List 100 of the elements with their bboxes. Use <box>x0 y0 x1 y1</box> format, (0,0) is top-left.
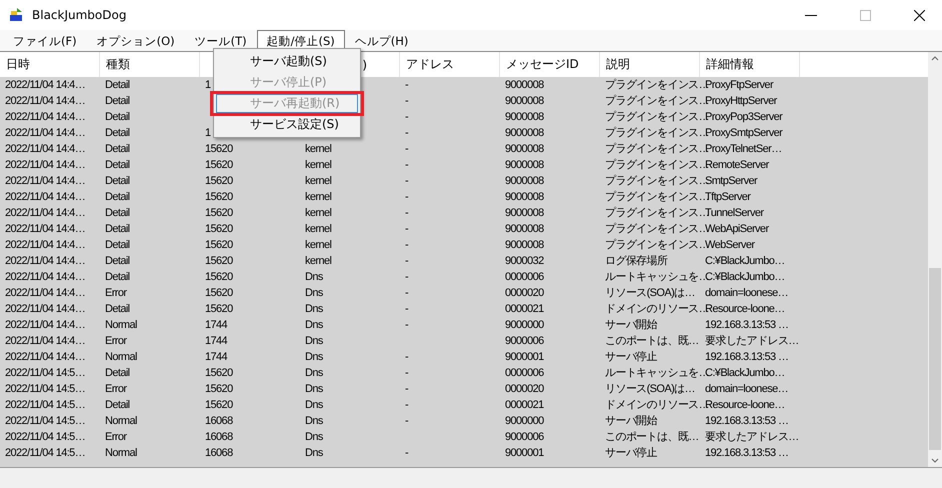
table-cell: 15620 <box>205 158 233 172</box>
table-cell: ProxyTelnetSer… <box>705 142 782 156</box>
table-cell: 15620 <box>205 302 233 316</box>
table-cell: domain=loonese… <box>705 286 788 300</box>
table-cell: TunnelServer <box>705 206 764 220</box>
menu-option[interactable]: サーバ起動(S) <box>216 52 358 71</box>
table-cell: kernel <box>305 158 332 172</box>
table-cell: 2022/11/04 14:4… <box>5 110 86 124</box>
table-cell: kernel <box>305 254 332 268</box>
table-cell: Detail <box>105 222 130 236</box>
table-cell: WebApiServer <box>705 222 769 236</box>
table-cell: C:¥BlackJumbo… <box>705 270 785 284</box>
table-cell: Dns <box>305 286 323 300</box>
table-cell: 9000008 <box>505 126 544 140</box>
column-header[interactable]: 説明 <box>606 56 630 73</box>
table-cell: Detail <box>105 270 130 284</box>
menu-item[interactable]: ツール(T) <box>184 30 257 51</box>
table-cell: C:¥BlackJumbo… <box>705 254 785 268</box>
table-cell: Dns <box>305 350 323 364</box>
table-cell: 9000008 <box>505 78 544 92</box>
table-cell: Resource-loone… <box>705 398 785 412</box>
table-cell: 9000008 <box>505 222 544 236</box>
column-header[interactable]: 詳細情報 <box>706 56 754 73</box>
table-cell: 2022/11/04 14:5… <box>5 366 86 380</box>
table-cell: 0000021 <box>505 398 544 412</box>
table-cell: 1744 <box>205 350 228 364</box>
table-cell: - <box>405 158 408 172</box>
table-cell: Error <box>105 430 126 444</box>
menu-item[interactable]: ヘルプ(H) <box>344 30 418 51</box>
table-cell: 2022/11/04 14:5… <box>5 414 86 428</box>
table-cell: 要求したアドレス… <box>705 334 799 348</box>
table-cell: 2022/11/04 14:4… <box>5 94 86 108</box>
table-cell: 9000008 <box>505 94 544 108</box>
table-cell: 2022/11/04 14:4… <box>5 190 86 204</box>
scroll-down-icon[interactable] <box>931 458 939 463</box>
scrollbar-thumb[interactable] <box>929 268 941 450</box>
table-cell: 2022/11/04 14:4… <box>5 286 86 300</box>
column-header[interactable]: メッセージID <box>506 56 579 73</box>
table-cell: kernel <box>305 222 332 236</box>
table-cell: 15620 <box>205 270 233 284</box>
table-cell: 9000006 <box>505 334 544 348</box>
column-header[interactable]: アドレス <box>406 56 454 73</box>
table-cell: Detail <box>105 78 130 92</box>
app-icon <box>8 7 24 23</box>
column-header[interactable]: ) <box>362 58 367 72</box>
close-icon[interactable] <box>914 10 924 20</box>
table-cell: 2022/11/04 14:5… <box>5 446 86 460</box>
table-cell: ProxyFtpServer <box>705 78 774 92</box>
table-cell: Detail <box>105 126 130 140</box>
table-cell: 2022/11/04 14:5… <box>5 382 86 396</box>
table-cell: 9000008 <box>505 110 544 124</box>
table-cell: 9000008 <box>505 174 544 188</box>
table-cell: 2022/11/04 14:4… <box>5 142 86 156</box>
table-cell: RemoteServer <box>705 158 769 172</box>
table-cell: 9000008 <box>505 190 544 204</box>
table-cell: 9000001 <box>505 446 544 460</box>
table-cell: - <box>405 446 408 460</box>
menu-item[interactable]: ファイル(F) <box>3 30 87 51</box>
table-cell: 1744 <box>205 318 228 332</box>
table-cell: Detail <box>105 110 130 124</box>
table-cell: ProxyHttpServer <box>705 94 777 108</box>
table-cell: 2022/11/04 14:5… <box>5 430 86 444</box>
table-cell: Detail <box>105 302 130 316</box>
table-cell: Dns <box>305 302 323 316</box>
table-cell: - <box>405 398 408 412</box>
table-cell: 2022/11/04 14:4… <box>5 78 86 92</box>
table-cell: kernel <box>305 190 332 204</box>
table-cell: Detail <box>105 94 130 108</box>
table-cell: 15620 <box>205 382 233 396</box>
table-cell: Detail <box>105 398 130 412</box>
column-header[interactable]: 種類 <box>106 56 130 73</box>
table-cell: リソース(SOA)は… <box>605 286 695 300</box>
table-cell: Normal <box>105 446 137 460</box>
table-cell: - <box>405 302 408 316</box>
table-cell: サーバ停止 <box>605 350 658 364</box>
table-cell: - <box>405 238 408 252</box>
minimize-icon[interactable] <box>805 14 817 16</box>
column-header[interactable]: 日時 <box>6 56 30 73</box>
table-cell: Dns <box>305 430 323 444</box>
table-cell: 9000000 <box>505 414 544 428</box>
table-cell: Dns <box>305 366 323 380</box>
table-cell: kernel <box>305 206 332 220</box>
table-cell: - <box>405 190 408 204</box>
table-cell: Detail <box>105 238 130 252</box>
table-cell: ProxyPop3Server <box>705 110 782 124</box>
menu-item[interactable]: オプション(O) <box>86 30 185 51</box>
window-title: BlackJumboDog <box>32 8 128 22</box>
table-cell: 15620 <box>205 366 233 380</box>
table-cell: Error <box>105 286 126 300</box>
table-cell: Detail <box>105 158 130 172</box>
scroll-up-icon[interactable] <box>931 56 939 61</box>
table-cell: domain=loonese… <box>705 382 788 396</box>
table-cell: Dns <box>305 446 323 460</box>
table-cell: - <box>405 286 408 300</box>
table-cell: 9000001 <box>505 350 544 364</box>
menu-option[interactable]: サービス設定(S) <box>216 115 358 134</box>
table-cell: このポートは、既… <box>605 334 699 348</box>
table-cell: 0000020 <box>505 286 544 300</box>
table-cell: 9000008 <box>505 206 544 220</box>
table-cell: - <box>405 142 408 156</box>
